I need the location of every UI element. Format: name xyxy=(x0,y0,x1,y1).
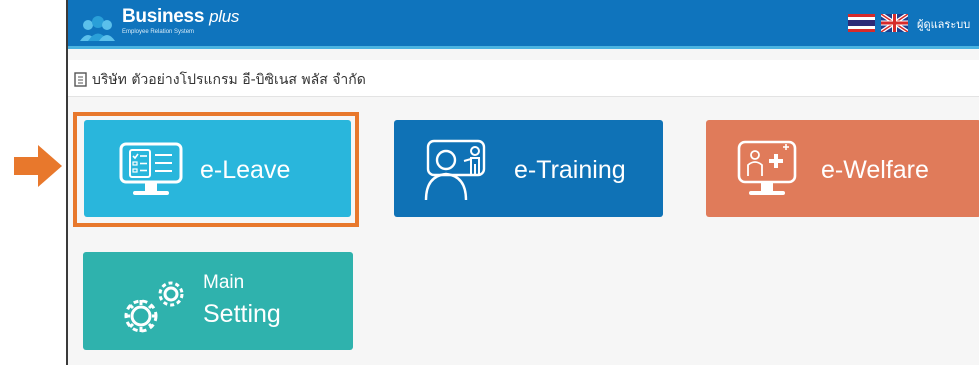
e-training-label: e-Training xyxy=(514,156,626,184)
brand-suffix: plus xyxy=(209,7,240,26)
e-welfare-tile[interactable]: e-Welfare xyxy=(706,120,979,217)
pointer-arrow-icon xyxy=(14,145,62,187)
people-logo-icon xyxy=(80,16,115,41)
monitor-health-icon xyxy=(737,140,797,195)
e-training-tile[interactable]: e-Training xyxy=(394,120,663,217)
e-welfare-label: e-Welfare xyxy=(821,156,929,184)
thai-flag-icon[interactable] xyxy=(848,14,875,32)
user-menu-label[interactable]: ผู้ดูแลระบบ xyxy=(917,15,970,33)
brand-name: Business xyxy=(122,6,205,27)
brand-logo[interactable]: Business plus xyxy=(122,6,239,28)
company-name: บริษัท ตัวอย่างโปรแกรม อี-บิซิเนส พลัส จ… xyxy=(92,72,366,88)
top-header: Business plus Employee Relation System ผู… xyxy=(68,0,979,49)
main-setting-label-line1: Main xyxy=(203,272,245,293)
building-icon xyxy=(74,72,87,87)
main-setting-label-line2: Setting xyxy=(203,300,281,328)
gears-icon xyxy=(124,281,184,333)
trainer-board-icon xyxy=(424,139,486,201)
uk-flag-icon[interactable] xyxy=(881,14,908,32)
main-setting-tile[interactable]: Main Setting xyxy=(83,252,353,350)
brand-tagline: Employee Relation System xyxy=(122,29,195,35)
highlight-box xyxy=(73,112,359,227)
company-bar: บริษัท ตัวอย่างโปรแกรม อี-บิซิเนส พลัส จ… xyxy=(68,60,979,97)
